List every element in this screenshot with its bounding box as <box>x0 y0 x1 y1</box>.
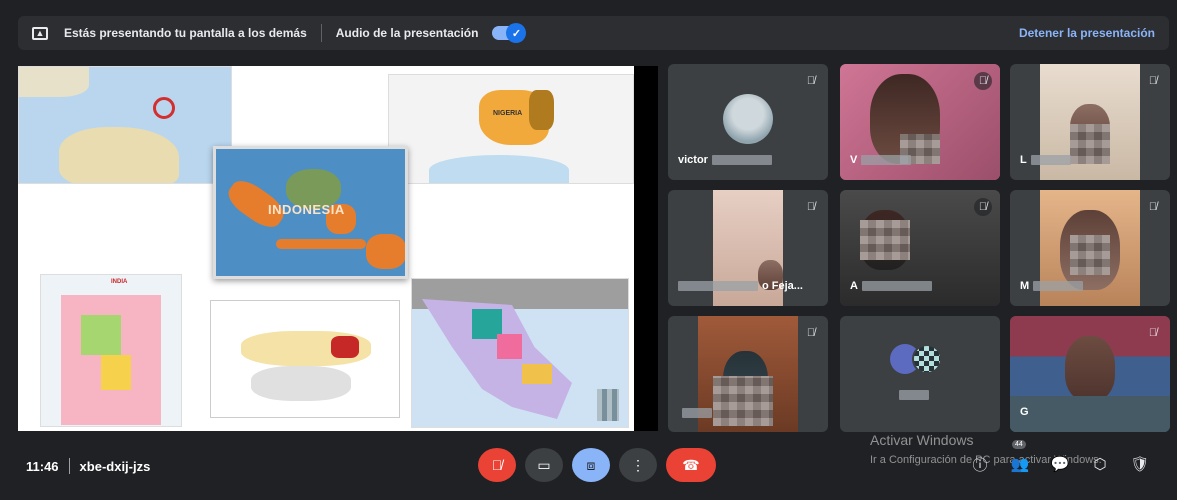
participant-tile[interactable]: 🎙̸ L <box>1010 64 1170 180</box>
participant-name: A <box>850 280 858 292</box>
activities-button[interactable]: ⬡ <box>1088 452 1112 476</box>
host-controls-icon: 🛡 <box>1130 456 1150 473</box>
world-map <box>210 300 400 418</box>
participant-tile[interactable]: 🎙̸ M <box>1010 190 1170 306</box>
mic-off-icon: 🎙̸ <box>1148 201 1158 213</box>
call-controls: 🎙̸ ▭ ⧈ ⋮ ☎ <box>478 448 716 482</box>
host-controls-button[interactable]: 🛡 <box>1128 452 1152 476</box>
chat-icon: 💬 <box>1050 456 1070 473</box>
mic-off-icon: 🎙̸ <box>491 457 503 473</box>
present-now-button[interactable]: ⧈ <box>572 448 610 482</box>
participant-tile[interactable]: 🎙̸ victor <box>668 64 828 180</box>
audio-label: Audio de la presentación <box>335 26 479 40</box>
activities-icon: ⬡ <box>1093 456 1107 473</box>
mexico-map <box>411 278 629 428</box>
india-map: INDIA <box>40 274 182 427</box>
participant-tile[interactable]: 🎙̸ <box>668 316 828 432</box>
participant-grid: 🎙̸ victor 🎙̸ V 🎙̸ L 🎙̸ o Feja... 🎙̸ A 🎙̸… <box>668 64 1170 432</box>
participant-name: o Feja... <box>762 280 803 292</box>
people-button[interactable]: 44 👥 <box>1008 440 1032 476</box>
presenting-banner: ▲ Estás presentando tu pantalla a los de… <box>18 16 1169 50</box>
participant-tile[interactable]: 🎙̸ V <box>840 64 1000 180</box>
check-icon: ✓ <box>506 23 527 43</box>
mic-off-icon: 🎙̸ <box>806 75 816 87</box>
mic-off-icon: 🎙̸ <box>806 201 816 213</box>
mic-off-icon: 🎙̸ <box>974 198 992 216</box>
meeting-time: 11:46 <box>26 458 59 474</box>
mic-toggle-button[interactable]: 🎙̸ <box>478 448 516 482</box>
participant-tile[interactable] <box>840 316 1000 432</box>
stage-edge <box>634 66 658 431</box>
participant-name: G <box>1020 406 1029 418</box>
avatar <box>723 94 773 144</box>
mic-off-icon: 🎙̸ <box>1148 327 1158 339</box>
camera-icon: ▭ <box>537 456 551 473</box>
highlight-circle <box>153 97 175 119</box>
present-now-icon: ⧈ <box>586 456 596 473</box>
audio-toggle[interactable]: ✓ <box>492 23 527 43</box>
nigeria-map: NIGERIA <box>388 74 634 184</box>
meeting-code: xbe-dxij-jzs <box>79 458 151 474</box>
mic-off-icon: 🎙̸ <box>1148 75 1158 87</box>
indonesia-map: INDONESIA <box>213 146 408 279</box>
india-label: INDIA <box>111 279 128 285</box>
avatar <box>890 344 950 378</box>
participant-tile[interactable]: 🎙̸ A <box>840 190 1000 306</box>
stop-presenting-button[interactable]: Detener la presentación <box>1019 26 1155 40</box>
participant-tile[interactable]: 🎙̸ G <box>1010 316 1170 432</box>
info-icon: ⓘ <box>972 456 988 474</box>
participant-name: victor <box>678 154 708 166</box>
meeting-details-button[interactable]: ⓘ <box>968 452 992 476</box>
mic-off-icon: 🎙̸ <box>806 327 816 339</box>
australia-map <box>18 66 232 184</box>
camera-toggle-button[interactable]: ▭ <box>525 448 563 482</box>
presentation-stage: NIGERIA INDIA INDONESIA <box>18 66 658 431</box>
more-options-icon: ⋮ <box>631 456 645 473</box>
present-screen-icon: ▲ <box>32 26 48 40</box>
participant-name: L <box>1020 154 1027 166</box>
mic-off-icon: 🎙̸ <box>974 72 992 90</box>
people-count-badge: 44 <box>1012 440 1026 449</box>
meeting-info: 11:46 xbe-dxij-jzs <box>26 458 150 474</box>
participant-tile[interactable]: 🎙̸ o Feja... <box>668 190 828 306</box>
chat-button[interactable]: 💬 <box>1048 452 1072 476</box>
nigeria-label: NIGERIA <box>493 110 523 117</box>
participant-name: M <box>1020 280 1030 292</box>
side-panel-buttons: ⓘ 44 👥 💬 ⬡ 🛡 <box>968 440 1152 476</box>
more-options-button[interactable]: ⋮ <box>619 448 657 482</box>
banner-divider <box>320 24 322 42</box>
end-call-button[interactable]: ☎ <box>666 448 716 482</box>
end-call-icon: ☎ <box>682 456 700 473</box>
people-icon: 👥 <box>1010 456 1030 473</box>
bottom-toolbar: 11:46 xbe-dxij-jzs 🎙̸ ▭ ⧈ ⋮ ☎ ⓘ 44 👥 💬 ⬡… <box>0 440 1177 500</box>
presenting-text: Estás presentando tu pantalla a los demá… <box>64 26 307 40</box>
participant-name: V <box>850 154 858 166</box>
indonesia-label: INDONESIA <box>268 202 345 217</box>
